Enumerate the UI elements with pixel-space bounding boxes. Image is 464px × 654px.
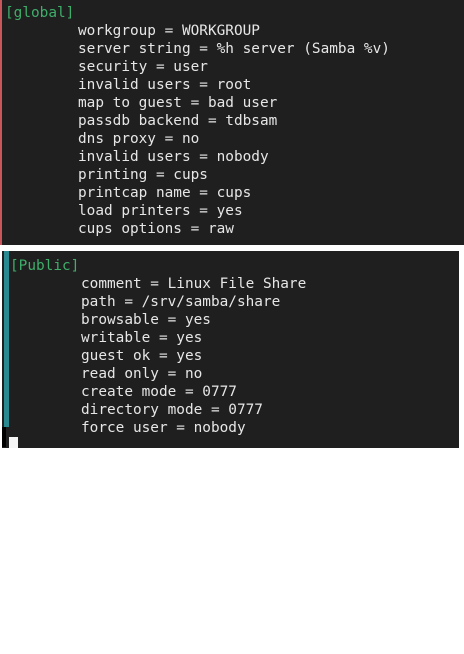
line-marker [2, 427, 6, 447]
config-line-load-printers[interactable]: load printers = yes [5, 202, 390, 220]
public-section-lines: [Public] comment = Linux File Share path… [10, 257, 306, 437]
config-line-read-only[interactable]: read only = no [10, 365, 306, 383]
editor-pane-global[interactable]: [global] workgroup = WORKGROUP server st… [0, 0, 464, 245]
config-line-workgroup[interactable]: workgroup = WORKGROUP [5, 22, 390, 40]
config-line-directory-mode[interactable]: directory mode = 0777 [10, 401, 306, 419]
config-line-browsable[interactable]: browsable = yes [10, 311, 306, 329]
config-line-comment[interactable]: comment = Linux File Share [10, 275, 306, 293]
config-line-security[interactable]: security = user [5, 58, 390, 76]
config-line-guest-ok[interactable]: guest ok = yes [10, 347, 306, 365]
config-line-server-string[interactable]: server string = %h server (Samba %v) [5, 40, 390, 58]
text-cursor [9, 437, 18, 448]
change-gutter-marker [4, 251, 9, 427]
config-line-printcap-name[interactable]: printcap name = cups [5, 184, 390, 202]
config-line-cups-options[interactable]: cups options = raw [5, 220, 390, 238]
section-header-public[interactable]: [Public] [10, 257, 306, 275]
global-section-lines: [global] workgroup = WORKGROUP server st… [5, 4, 390, 238]
config-line-invalid-users-nobody[interactable]: invalid users = nobody [5, 148, 390, 166]
section-header-global[interactable]: [global] [5, 4, 390, 22]
config-line-passdb-backend[interactable]: passdb backend = tdbsam [5, 112, 390, 130]
config-line-dns-proxy[interactable]: dns proxy = no [5, 130, 390, 148]
config-line-invalid-users-root[interactable]: invalid users = root [5, 76, 390, 94]
config-line-create-mode[interactable]: create mode = 0777 [10, 383, 306, 401]
config-line-path[interactable]: path = /srv/samba/share [10, 293, 306, 311]
config-line-force-user[interactable]: force user = nobody [10, 419, 306, 437]
editor-pane-public[interactable]: [Public] comment = Linux File Share path… [2, 251, 459, 448]
config-line-writable[interactable]: writable = yes [10, 329, 306, 347]
config-line-printing[interactable]: printing = cups [5, 166, 390, 184]
config-line-map-to-guest[interactable]: map to guest = bad user [5, 94, 390, 112]
